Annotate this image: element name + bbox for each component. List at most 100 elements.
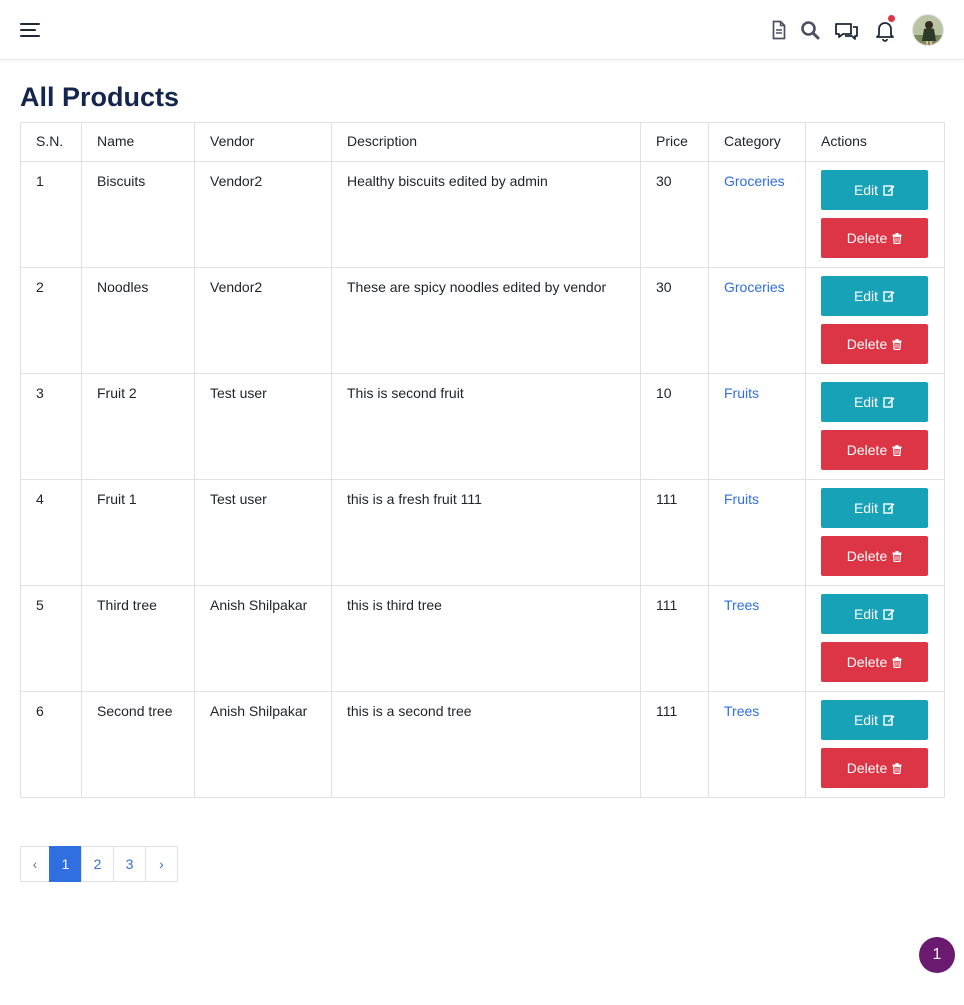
trash-icon — [892, 444, 902, 456]
page-1-button[interactable]: 1 — [49, 846, 82, 882]
edit-icon — [883, 608, 895, 620]
trash-icon — [892, 762, 902, 774]
edit-icon — [883, 714, 895, 726]
products-table: S.N. Name Vendor Description Price Categ… — [20, 122, 945, 798]
edit-label: Edit — [853, 606, 879, 622]
cell-sn: 1 — [20, 161, 82, 268]
cell-sn: 4 — [20, 479, 82, 586]
cell-actions: Edit Delete — [805, 479, 945, 586]
cell-sn: 3 — [20, 373, 82, 480]
cell-price: 111 — [640, 585, 709, 692]
header-actions: Actions — [805, 122, 945, 162]
page-title: All Products — [20, 82, 180, 112]
cell-name: Fruit 1 — [81, 479, 195, 586]
category-link[interactable]: Trees — [724, 703, 759, 719]
edit-icon — [883, 184, 895, 196]
cell-name: Fruit 2 — [81, 373, 195, 480]
trash-icon — [892, 338, 902, 350]
header-description: Description — [331, 122, 641, 162]
edit-icon — [883, 502, 895, 514]
top-navbar — [0, 0, 964, 60]
cell-price: 111 — [640, 691, 709, 798]
cell-vendor: Vendor2 — [194, 267, 332, 374]
edit-button[interactable]: Edit — [821, 382, 928, 422]
cell-category: Groceries — [708, 161, 806, 268]
edit-button[interactable]: Edit — [821, 276, 928, 316]
table-row: 2 Noodles Vendor2 These are spicy noodles e… — [20, 267, 945, 374]
bell-icon[interactable] — [873, 15, 897, 42]
delete-label: Delete — [846, 442, 888, 458]
delete-button[interactable]: Delete — [821, 218, 928, 258]
category-link[interactable]: Fruits — [724, 491, 759, 507]
edit-button[interactable]: Edit — [821, 170, 928, 210]
cell-vendor: Anish Shilpakar — [194, 691, 332, 798]
notification-dot — [888, 15, 895, 22]
delete-button[interactable]: Delete — [821, 536, 928, 576]
header-name: Name — [81, 122, 195, 162]
cell-price: 30 — [640, 161, 709, 268]
cell-name: Noodles — [81, 267, 195, 374]
delete-label: Delete — [846, 230, 888, 246]
cell-vendor: Vendor2 — [194, 161, 332, 268]
page-3-button[interactable]: 3 — [113, 846, 146, 882]
cell-name: Biscuits — [81, 161, 195, 268]
cell-sn: 5 — [20, 585, 82, 692]
cell-actions: Edit Delete — [805, 161, 945, 268]
cell-sn: 6 — [20, 691, 82, 798]
cell-description: This is second fruit — [331, 373, 641, 480]
delete-button[interactable]: Delete — [821, 748, 928, 788]
chat-icon[interactable] — [833, 18, 859, 42]
cell-price: 111 — [640, 479, 709, 586]
edit-icon — [883, 290, 895, 302]
cell-actions: Edit Delete — [805, 585, 945, 692]
cell-vendor: Test user — [194, 479, 332, 586]
delete-label: Delete — [846, 654, 888, 670]
cell-category: Trees — [708, 585, 806, 692]
table-row: 5 Third tree Anish Shilpakar this is third … — [20, 585, 945, 692]
page-next-button[interactable]: › — [145, 846, 178, 882]
cell-price: 10 — [640, 373, 709, 480]
document-icon[interactable] — [767, 18, 791, 42]
table-row: 6 Second tree Anish Shilpakar this is a sec… — [20, 691, 945, 798]
cell-vendor: Anish Shilpakar — [194, 585, 332, 692]
edit-label: Edit — [853, 500, 879, 516]
edit-button[interactable]: Edit — [821, 700, 928, 740]
page-2-button[interactable]: 2 — [81, 846, 114, 882]
search-icon[interactable] — [798, 18, 822, 42]
pagination: ‹ 1 2 3 › — [20, 846, 178, 882]
avatar[interactable] — [912, 14, 944, 46]
delete-label: Delete — [846, 548, 888, 564]
page-prev-button[interactable]: ‹ — [20, 846, 50, 882]
delete-button[interactable]: Delete — [821, 430, 928, 470]
floating-badge[interactable]: 1 — [919, 937, 955, 973]
edit-label: Edit — [853, 712, 879, 728]
header-sn: S.N. — [20, 122, 82, 162]
menu-icon[interactable] — [20, 22, 40, 38]
category-link[interactable]: Trees — [724, 597, 759, 613]
edit-button[interactable]: Edit — [821, 594, 928, 634]
header-vendor: Vendor — [194, 122, 332, 162]
category-link[interactable]: Fruits — [724, 385, 759, 401]
delete-button[interactable]: Delete — [821, 642, 928, 682]
category-link[interactable]: Groceries — [724, 173, 785, 189]
header-category: Category — [708, 122, 806, 162]
cell-category: Groceries — [708, 267, 806, 374]
category-link[interactable]: Groceries — [724, 279, 785, 295]
table-row: 1 Biscuits Vendor2 Healthy biscuits edited … — [20, 161, 945, 268]
cell-category: Trees — [708, 691, 806, 798]
cell-vendor: Test user — [194, 373, 332, 480]
cell-actions: Edit Delete — [805, 373, 945, 480]
cell-category: Fruits — [708, 373, 806, 480]
edit-label: Edit — [853, 182, 879, 198]
delete-button[interactable]: Delete — [821, 324, 928, 364]
header-price: Price — [640, 122, 709, 162]
cell-description: this is a second tree — [331, 691, 641, 798]
cell-price: 30 — [640, 267, 709, 374]
edit-button[interactable]: Edit — [821, 488, 928, 528]
cell-description: this is a fresh fruit 111 — [331, 479, 641, 586]
trash-icon — [892, 550, 902, 562]
cell-category: Fruits — [708, 479, 806, 586]
table-row: 3 Fruit 2 Test user This is second fruit 10 F… — [20, 373, 945, 480]
table-row: 4 Fruit 1 Test user this is a fresh fruit 1… — [20, 479, 945, 586]
table-header-row: S.N. Name Vendor Description Price Categ… — [20, 122, 945, 162]
